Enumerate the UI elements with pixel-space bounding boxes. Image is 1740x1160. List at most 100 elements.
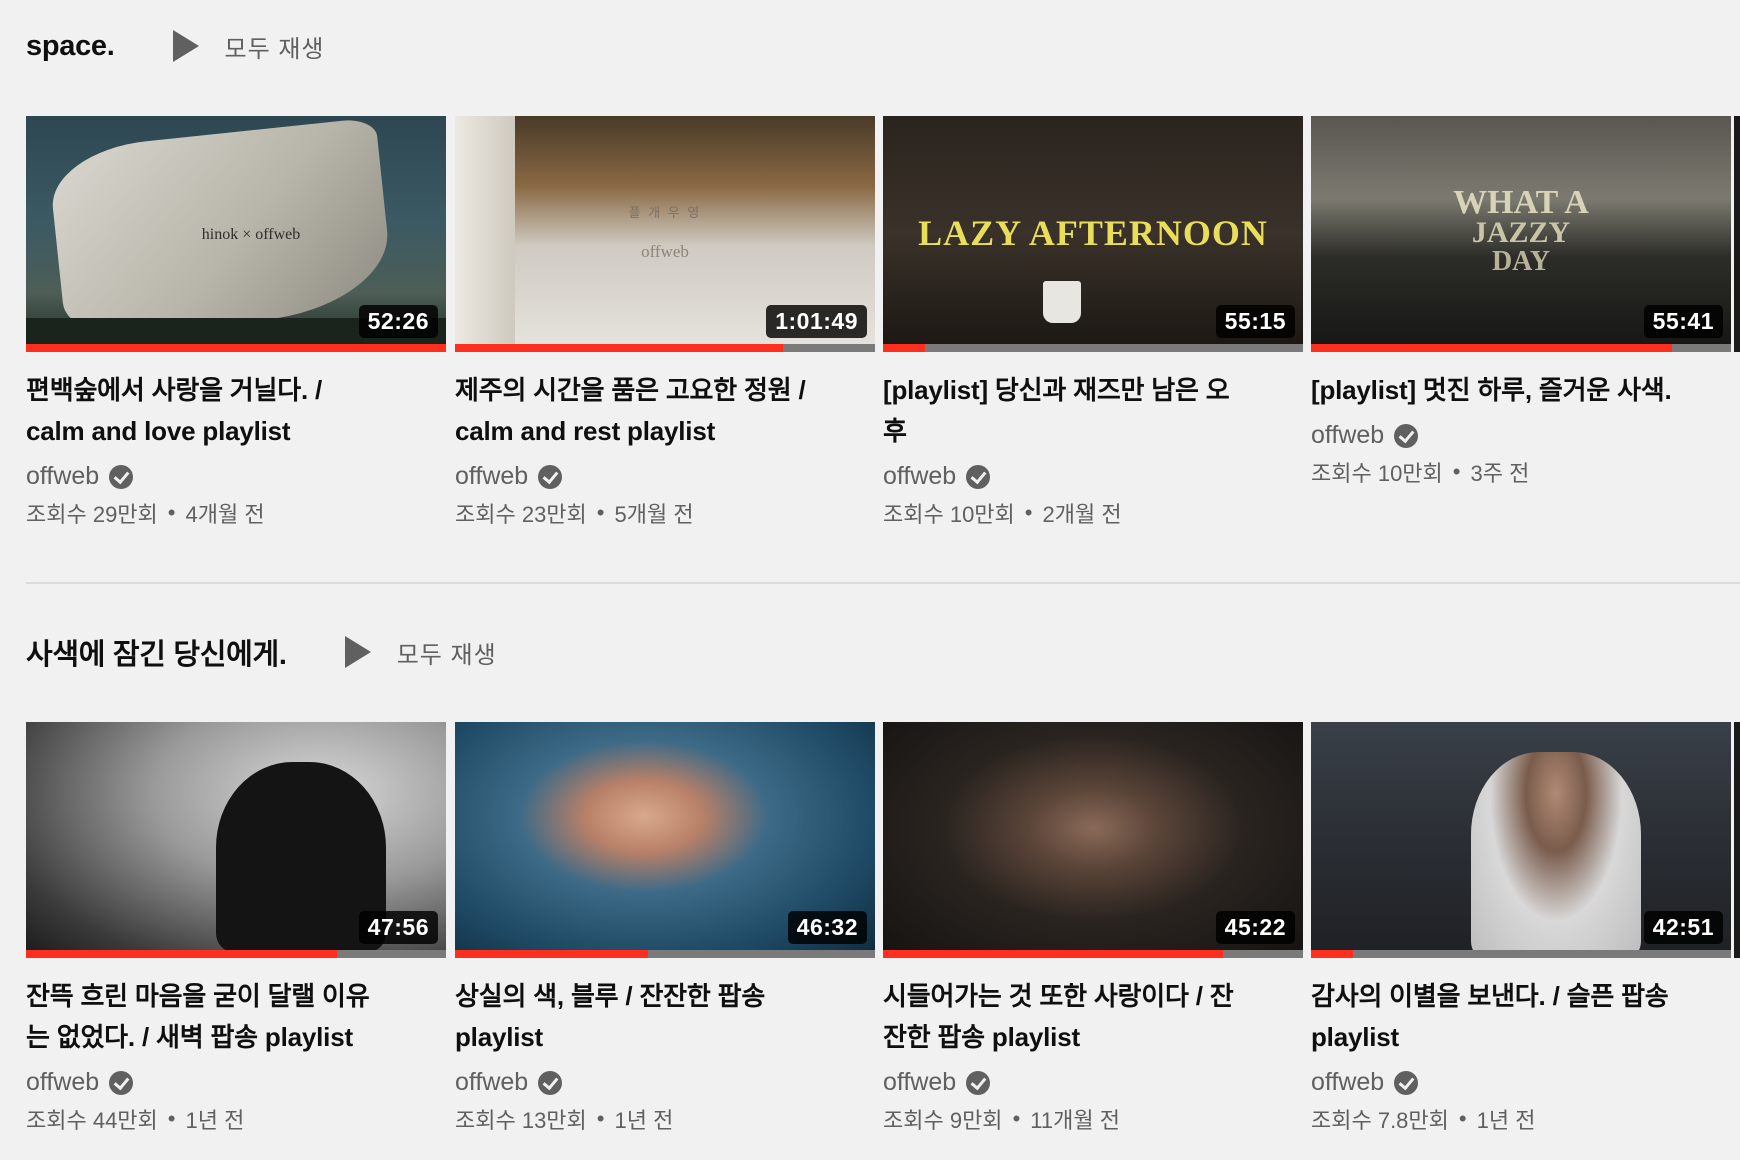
video-thumbnail[interactable]: 42:51 [1311,722,1731,958]
watch-progress-track [455,950,875,958]
watch-progress-fill [455,950,649,958]
thumbnail-caption: LAZY AFTERNOON [918,213,1268,253]
video-title-line: 잔한 팝송 playlist [883,1022,1080,1052]
separator-dot: • [1458,1106,1467,1131]
shelf-divider [26,582,1740,584]
channel-link[interactable]: offweb [26,462,446,491]
view-count: 조회수 10만회 [1311,461,1443,486]
video-meta: 조회수 44만회 • 1년 전 [26,1103,446,1135]
video-title-line: 상실의 색, 블루 / 잔잔한 팝송 [455,981,766,1011]
verified-check-icon [966,1070,991,1095]
shelf-header: space. 모두 재생 [26,16,325,76]
channel-link[interactable]: offweb [883,1068,1303,1097]
video-thumbnail[interactable]: LAZY AFTERNOON 55:15 [883,116,1303,352]
upload-age: 4개월 전 [185,502,265,527]
play-all-button[interactable]: 모두 재생 [344,635,497,670]
video-title-line: 편백숲에서 사랑을 거닐다. / [26,375,323,405]
separator-dot: • [1012,1106,1021,1131]
video-card: 42:51 감사의 이별을 보낸다. / 슬픈 팝송 playlist offw… [1311,722,1731,1135]
video-thumbnail[interactable]: 플 개 우 영 offweb 1:01:49 [455,116,875,352]
next-card-peek[interactable] [1734,722,1740,958]
video-title[interactable]: 편백숲에서 사랑을 거닐다. / calm and love playlist [26,370,406,452]
next-card-peek[interactable] [1734,116,1740,352]
watch-progress-fill [883,950,1224,958]
video-title-line: calm and rest playlist [455,416,716,446]
video-title-line: playlist [1311,1022,1399,1052]
upload-age: 1년 전 [614,1108,674,1133]
play-icon [344,636,371,668]
channel-name: offweb [26,1068,100,1096]
video-title[interactable]: 감사의 이별을 보낸다. / 슬픈 팝송 playlist [1311,976,1691,1058]
video-title[interactable]: [playlist] 멋진 하루, 즐거운 사색. [1311,370,1691,411]
channel-name: offweb [1311,1068,1385,1096]
play-all-label: 모두 재생 [396,641,497,669]
verified-check-icon [109,1070,134,1095]
video-meta: 조회수 13만회 • 1년 전 [455,1103,875,1135]
play-all-button[interactable]: 모두 재생 [172,29,325,64]
duration-badge: 42:51 [1643,911,1723,944]
separator-dot: • [1024,500,1033,525]
shelf-title[interactable]: 사색에 잠긴 당신에게. [26,631,287,673]
channel-link[interactable]: offweb [883,462,1303,491]
channel-link[interactable]: offweb [455,462,875,491]
channel-link[interactable]: offweb [1311,421,1731,450]
video-card: 46:32 상실의 색, 블루 / 잔잔한 팝송 playlist offweb… [455,722,875,1135]
view-count: 조회수 9만회 [883,1108,1003,1133]
view-count: 조회수 10만회 [883,502,1015,527]
video-thumbnail[interactable]: WHAT A JAZZY DAY 55:41 [1311,116,1731,352]
watch-progress-track [26,950,446,958]
video-title-line: [playlist] 당신과 재즈만 남은 오 [883,375,1230,405]
verified-check-icon [109,464,134,489]
watch-progress-fill [26,950,337,958]
video-title[interactable]: 잔뜩 흐린 마음을 굳이 달랠 이유 는 없었다. / 새벽 팝송 playli… [26,976,406,1058]
video-title[interactable]: [playlist] 당신과 재즈만 남은 오 후 [883,370,1263,452]
upload-age: 2개월 전 [1042,502,1122,527]
verified-check-icon [1394,1070,1419,1095]
duration-badge: 55:15 [1215,305,1295,338]
channel-link[interactable]: offweb [1311,1068,1731,1097]
watch-progress-track [1311,950,1731,958]
video-meta: 조회수 7.8만회 • 1년 전 [1311,1103,1731,1135]
video-meta: 조회수 10만회 • 3주 전 [1311,456,1731,488]
video-title-line: 후 [883,416,907,446]
duration-badge: 52:26 [358,305,438,338]
play-icon [172,30,199,62]
channel-name: offweb [455,462,529,490]
verified-check-icon [538,1070,563,1095]
video-thumbnail[interactable]: 47:56 [26,722,446,958]
thumbnail-caption: DAY [1491,246,1551,277]
watch-progress-track [1311,344,1731,352]
video-card: WHAT A JAZZY DAY 55:41 [playlist] 멋진 하루,… [1311,116,1731,488]
video-title[interactable]: 상실의 색, 블루 / 잔잔한 팝송 playlist [455,976,835,1058]
video-card: hinok × offweb 52:26 편백숲에서 사랑을 거닐다. / ca… [26,116,446,529]
upload-age: 1년 전 [185,1108,245,1133]
separator-dot: • [1452,459,1461,484]
separator-dot: • [167,1106,176,1131]
duration-badge: 1:01:49 [766,305,867,338]
video-title[interactable]: 제주의 시간을 품은 고요한 정원 / calm and rest playli… [455,370,835,452]
video-thumbnail[interactable]: 45:22 [883,722,1303,958]
channel-link[interactable]: offweb [455,1068,875,1097]
video-meta: 조회수 23만회 • 5개월 전 [455,497,875,529]
verified-check-icon [1394,423,1419,448]
video-thumbnail[interactable]: hinok × offweb 52:26 [26,116,446,352]
video-thumbnail[interactable]: 46:32 [455,722,875,958]
shelf-title[interactable]: space. [26,30,115,63]
play-all-label: 모두 재생 [224,35,325,63]
mug-shape [1043,281,1081,323]
shelf-header: 사색에 잠긴 당신에게. 모두 재생 [26,622,497,682]
view-count: 조회수 7.8만회 [1311,1108,1449,1133]
video-meta: 조회수 29만회 • 4개월 전 [26,497,446,529]
watch-progress-fill [883,344,925,352]
thumbnail-caption: JAZZY [1471,216,1571,249]
view-count: 조회수 23만회 [455,502,587,527]
channel-name: offweb [883,462,957,490]
video-card: 플 개 우 영 offweb 1:01:49 제주의 시간을 품은 고요한 정원… [455,116,875,529]
video-title-line: 감사의 이별을 보낸다. / 슬픈 팝송 [1311,981,1669,1011]
video-card: 47:56 잔뜩 흐린 마음을 굳이 달랠 이유 는 없었다. / 새벽 팝송 … [26,722,446,1135]
channel-link[interactable]: offweb [26,1068,446,1097]
video-title[interactable]: 시들어가는 것 또한 사랑이다 / 잔 잔한 팝송 playlist [883,976,1263,1058]
channel-name: offweb [455,1068,529,1096]
video-card: LAZY AFTERNOON 55:15 [playlist] 당신과 재즈만 … [883,116,1303,529]
upload-age: 3주 전 [1470,461,1530,486]
